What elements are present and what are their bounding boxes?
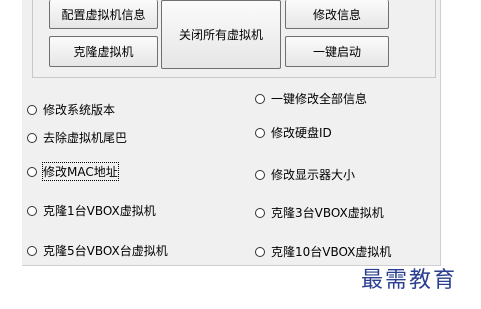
- radio-label: 修改硬盘ID: [271, 126, 332, 140]
- radio-label: 去除虚拟机尾巴: [43, 131, 128, 145]
- radio-remove-vm-tail[interactable]: 去除虚拟机尾巴: [27, 129, 127, 146]
- one-click-start-button[interactable]: 一键启动: [285, 36, 389, 67]
- radio-clone-1-vbox[interactable]: 克隆1台VBOX虚拟机: [27, 202, 156, 219]
- radio-button-icon: [27, 132, 37, 143]
- radio-button-icon: [255, 169, 265, 180]
- radio-label: 克隆1台VBOX虚拟机: [43, 204, 156, 218]
- radio-clone-10-vbox[interactable]: 克隆10台VBOX虚拟机: [255, 243, 391, 260]
- watermark-text: 最需教育: [361, 268, 458, 293]
- radio-modify-hard-disk-id[interactable]: 修改硬盘ID: [255, 124, 332, 141]
- radio-clone-3-vbox[interactable]: 克隆3台VBOX虚拟机: [255, 204, 384, 221]
- radio-label: 克隆5台VBOX台虚拟机: [43, 244, 168, 258]
- radio-label: 一键修改全部信息: [271, 92, 368, 106]
- radio-button-icon: [27, 245, 37, 256]
- radio-button-icon: [27, 205, 37, 216]
- radio-label: 克隆3台VBOX虚拟机: [271, 206, 384, 220]
- radio-one-click-modify-all[interactable]: 一键修改全部信息: [255, 90, 367, 107]
- radio-label: 修改显示器大小: [271, 168, 356, 182]
- radio-button-icon: [27, 166, 37, 177]
- radio-button-icon: [255, 246, 265, 257]
- radio-button-icon: [27, 104, 37, 115]
- radio-modify-mac-address[interactable]: 修改MAC地址: [27, 162, 119, 181]
- radio-label: 修改MAC地址: [42, 162, 119, 181]
- radio-button-icon: [255, 93, 265, 104]
- radio-clone-5-vbox[interactable]: 克隆5台VBOX台虚拟机: [27, 242, 168, 259]
- radio-modify-display-size[interactable]: 修改显示器大小: [255, 166, 355, 183]
- radio-button-icon: [255, 207, 265, 218]
- query-vm-info-button[interactable]: 配置虚拟机信息: [49, 0, 158, 29]
- radio-label: 修改系统版本: [43, 103, 116, 117]
- radio-label: 克隆10台VBOX虚拟机: [271, 245, 392, 259]
- radio-modify-system-version[interactable]: 修改系统版本: [27, 101, 115, 118]
- close-all-vms-button[interactable]: 关闭所有虚拟机: [161, 0, 281, 69]
- radio-button-icon: [255, 127, 265, 138]
- modify-info-button[interactable]: 修改信息: [285, 0, 389, 29]
- clone-vm-button[interactable]: 克隆虚拟机: [49, 36, 158, 67]
